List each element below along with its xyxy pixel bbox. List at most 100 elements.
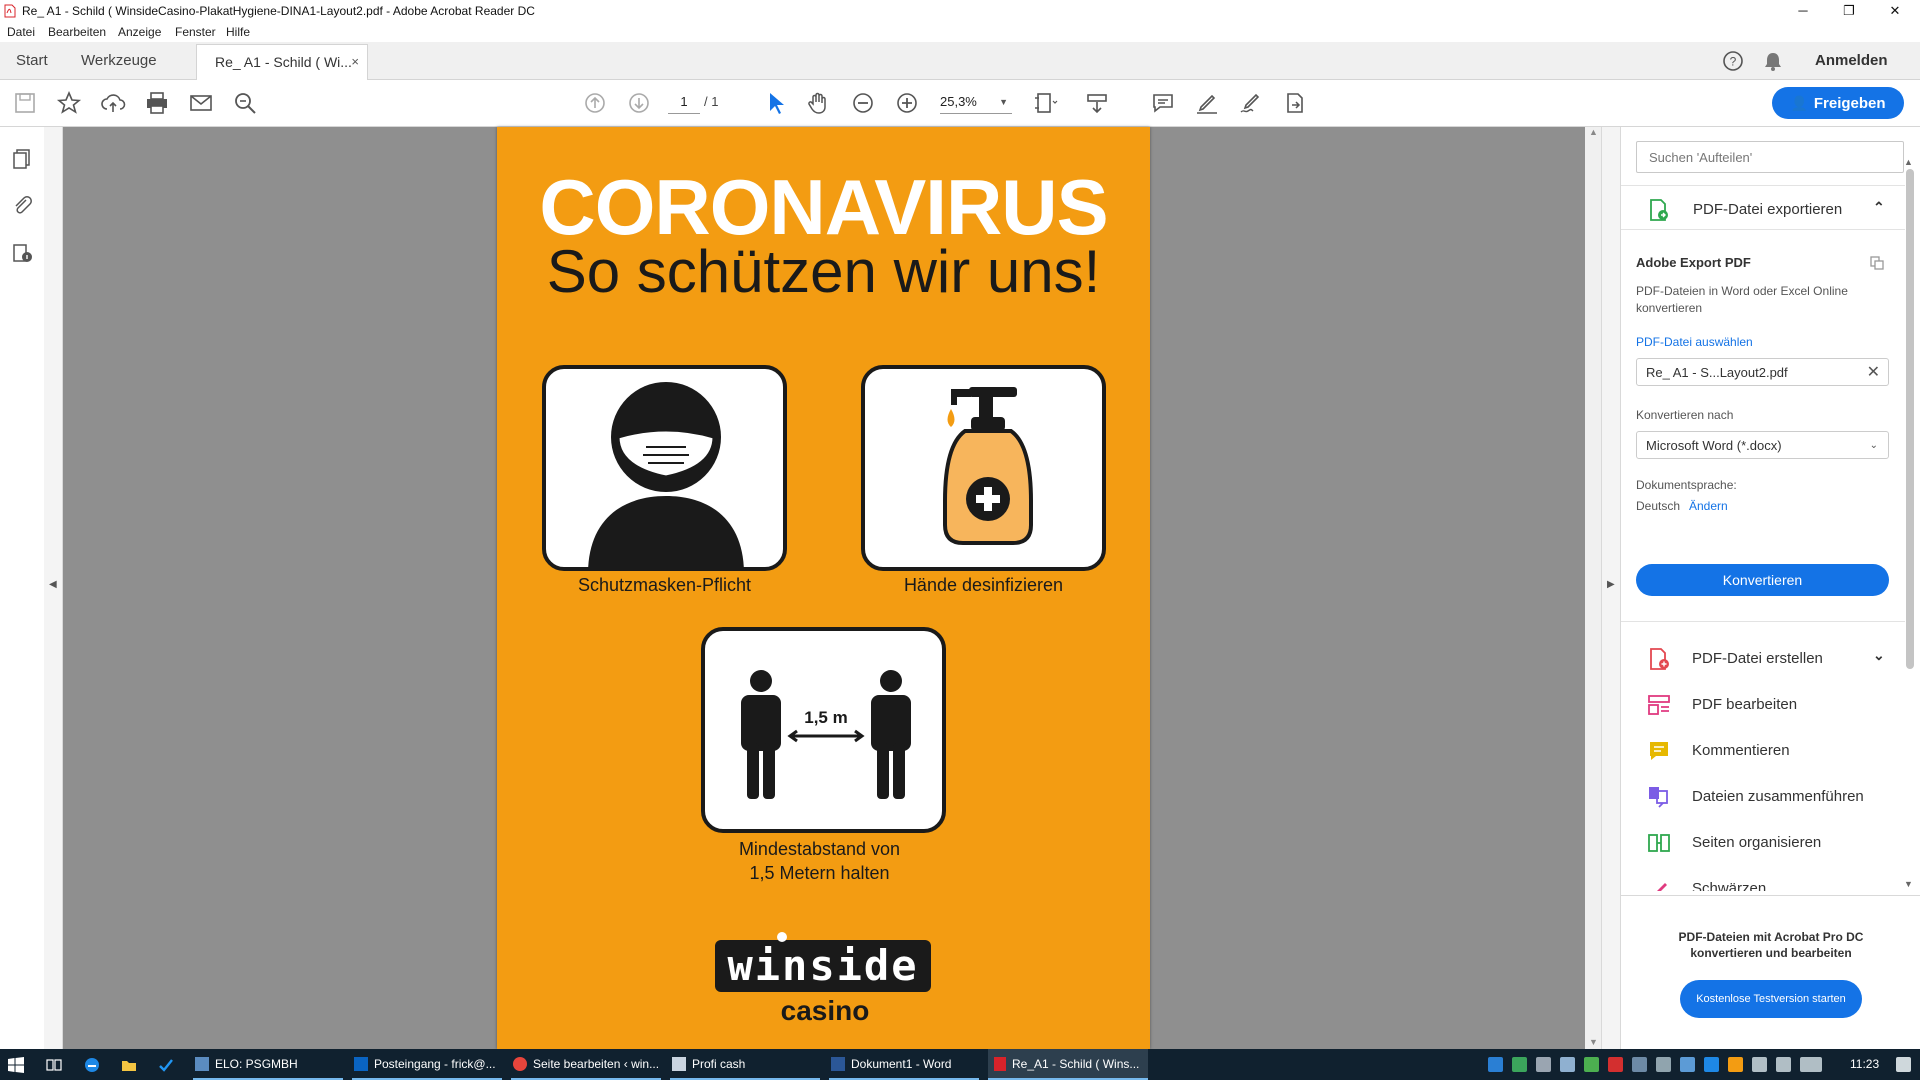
tray-icon[interactable] (1536, 1057, 1551, 1072)
taskbar-item-profi-cash[interactable]: Profi cash (670, 1049, 820, 1080)
tab-close-button[interactable]: × (351, 45, 359, 79)
taskbar-item-chrome[interactable]: Seite bearbeiten ‹ win... (511, 1049, 661, 1080)
convert-to-label: Konvertieren nach (1636, 408, 1734, 422)
sign-icon[interactable] (1236, 88, 1266, 118)
tab-start[interactable]: Start (16, 42, 48, 79)
tray-icon[interactable] (1656, 1057, 1671, 1072)
hand-icon[interactable] (804, 88, 834, 118)
copy-icon[interactable] (1869, 255, 1885, 271)
tab-document[interactable]: Re_ A1 - Schild ( Wi... × (196, 44, 368, 81)
taskbar-item-acrobat[interactable]: Re_A1 - Schild ( Wins... (988, 1049, 1148, 1080)
zoom-out-icon[interactable] (848, 88, 878, 118)
upload-icon[interactable] (98, 88, 128, 118)
signin-button[interactable]: Anmelden (1815, 42, 1888, 79)
pane-scrollbar-thumb[interactable] (1906, 169, 1914, 669)
share-doc-icon[interactable] (1280, 88, 1310, 118)
tool-edit-pdf[interactable]: PDF bearbeiten (1647, 693, 1887, 719)
help-icon[interactable]: ? (1722, 50, 1744, 72)
logo-dot (777, 932, 787, 942)
tray-icon[interactable] (1728, 1057, 1743, 1072)
pane-scroll-down-icon[interactable]: ▼ (1904, 879, 1913, 889)
comment-icon[interactable] (1148, 88, 1178, 118)
chevron-down-icon: ▼ (999, 97, 1008, 107)
select-cursor-icon[interactable] (760, 88, 790, 118)
left-pane-toggle[interactable]: ◀ (44, 127, 63, 1049)
format-select[interactable]: Microsoft Word (*.docx) ⌄ (1636, 431, 1889, 459)
network-icon[interactable] (1752, 1057, 1767, 1072)
highlight-icon[interactable] (1192, 88, 1222, 118)
pane-scroll-up-icon[interactable]: ▲ (1904, 157, 1913, 167)
tray-icon[interactable] (1512, 1057, 1527, 1072)
edge-icon[interactable] (84, 1057, 100, 1073)
maximize-button[interactable]: ❐ (1826, 0, 1872, 22)
print-icon[interactable] (142, 88, 172, 118)
taskbar-item-elo[interactable]: ELO: PSGMBH (193, 1049, 343, 1080)
zoom-level-select[interactable]: 25,3% ▼ (940, 91, 1012, 114)
tray-icon[interactable] (1632, 1057, 1647, 1072)
volume-icon[interactable] (1776, 1057, 1791, 1072)
menu-fenster[interactable]: Fenster (175, 25, 216, 39)
file-explorer-icon[interactable] (121, 1057, 137, 1073)
menu-anzeige[interactable]: Anzeige (118, 25, 161, 39)
change-language-link[interactable]: Ändern (1689, 499, 1728, 513)
tool-organize[interactable]: Seiten organisieren (1647, 831, 1887, 857)
menu-datei[interactable]: Datei (7, 25, 35, 39)
tool-combine[interactable]: Dateien zusammenführen (1647, 785, 1887, 811)
page-up-icon[interactable] (580, 88, 610, 118)
checkmark-app-icon[interactable] (158, 1057, 174, 1073)
mail-icon[interactable] (186, 88, 216, 118)
tab-tools[interactable]: Werkzeuge (81, 42, 157, 79)
tray-icon[interactable] (1680, 1057, 1695, 1072)
tray-icon[interactable] (1488, 1057, 1503, 1072)
scroll-mode-icon[interactable] (1082, 88, 1112, 118)
language-label: Dokumentsprache: (1636, 478, 1737, 492)
convert-button[interactable]: Konvertieren (1636, 564, 1889, 596)
trial-button[interactable]: Kostenlose Testversion starten (1680, 980, 1862, 1018)
elo-icon (195, 1057, 209, 1071)
windows-start-icon[interactable] (8, 1057, 24, 1073)
minimize-button[interactable]: ─ (1780, 0, 1826, 22)
clock[interactable]: 11:23 (1850, 1049, 1879, 1080)
taskbar-item-outlook[interactable]: Posteingang - frick@... (352, 1049, 502, 1080)
zoom-in-icon[interactable] (892, 88, 922, 118)
menu-bearbeiten[interactable]: Bearbeiten (48, 25, 106, 39)
task-view-icon[interactable] (46, 1057, 62, 1073)
tray-icon[interactable] (1560, 1057, 1575, 1072)
menu-hilfe[interactable]: Hilfe (226, 25, 250, 39)
star-icon[interactable] (54, 88, 84, 118)
promo-line1: PDF-Dateien mit Acrobat Pro DC (1678, 930, 1864, 944)
tray-icon[interactable] (1584, 1057, 1599, 1072)
save-icon[interactable] (10, 88, 40, 118)
tools-search-input[interactable]: Suchen 'Aufteilen' (1636, 141, 1904, 173)
document-scrollbar[interactable]: ▲ ▼ (1585, 127, 1601, 1049)
tool-create-pdf[interactable]: PDF-Datei erstellen (1647, 647, 1887, 673)
notification-icon[interactable] (1896, 1057, 1911, 1072)
document-info-icon[interactable] (10, 241, 34, 265)
fit-page-icon[interactable] (1030, 88, 1060, 118)
svg-text:?: ? (1730, 55, 1737, 69)
attachment-icon[interactable] (10, 193, 34, 217)
tray-icon[interactable] (1704, 1057, 1719, 1072)
page-number-input[interactable]: 1 (668, 91, 700, 114)
export-section-label[interactable]: PDF-Datei exportieren (1693, 201, 1842, 218)
select-file-link[interactable]: PDF-Datei auswählen (1636, 335, 1753, 349)
chevron-down-icon[interactable]: ⌄ (1873, 647, 1885, 664)
casino-logo: casino (780, 995, 870, 1026)
tools-pane: Suchen 'Aufteilen' PDF-Datei exportieren… (1620, 127, 1920, 1049)
page-down-icon[interactable] (624, 88, 654, 118)
page-thumbnails-icon[interactable] (10, 147, 34, 171)
keyboard-icon[interactable] (1800, 1057, 1822, 1072)
chevron-up-icon[interactable]: ⌃ (1873, 199, 1885, 216)
zoom-search-icon[interactable] (230, 88, 260, 118)
bell-icon[interactable] (1762, 50, 1784, 72)
acrobat-icon (994, 1057, 1006, 1071)
tool-redact[interactable]: Schwärzen (1647, 877, 1887, 891)
clear-file-icon[interactable]: ✕ (1867, 359, 1880, 387)
tool-comment[interactable]: Kommentieren (1647, 739, 1887, 765)
tray-icon[interactable] (1608, 1057, 1623, 1072)
close-window-button[interactable]: ✕ (1872, 0, 1918, 22)
window-title: Re_ A1 - Schild ( WinsideCasino-PlakatHy… (22, 4, 535, 18)
taskbar-item-word[interactable]: Dokument1 - Word (829, 1049, 979, 1080)
right-pane-toggle[interactable]: ▶ (1601, 127, 1620, 1049)
share-button[interactable]: 👤 Freigeben (1772, 87, 1904, 119)
